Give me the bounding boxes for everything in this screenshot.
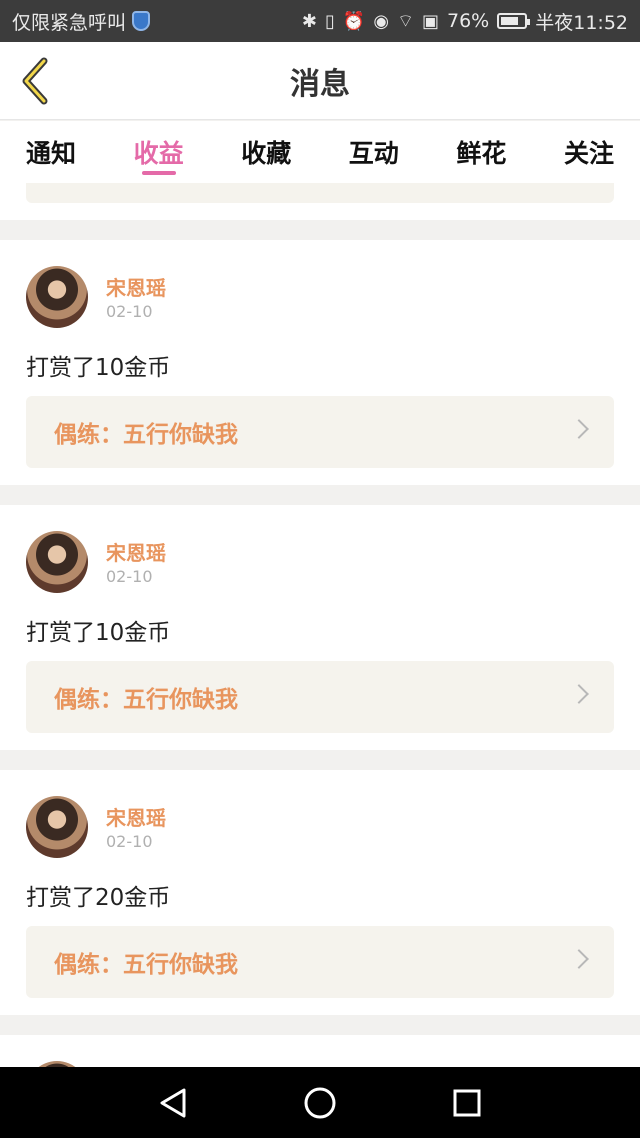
battery-percent: 76% [447,10,490,32]
list-item-partial [0,183,640,220]
user-name[interactable]: 宋恩瑶 [106,537,166,566]
divider [0,220,640,240]
tab-following[interactable]: 关注 [564,121,614,183]
nav-home-button[interactable] [290,1073,350,1133]
square-recents-icon [453,1089,481,1116]
chevron-right-icon [569,419,589,439]
chevron-left-icon [22,57,48,105]
work-link-label: 偶练：五行你缺我 [54,687,238,713]
battery-icon [497,13,531,29]
list-item-partial [0,1035,640,1067]
back-button[interactable] [14,56,58,106]
tab-label: 收益 [133,139,184,168]
message-text: 打赏了20金币 [26,885,171,911]
system-nav-bar [0,1067,640,1138]
work-link[interactable]: 偶练：五行你缺我 [26,396,614,468]
divider [0,750,640,770]
avatar[interactable] [26,796,88,858]
divider [0,1015,640,1035]
tab-bar: 通知 收益 收藏 互动 鲜花 关注 [0,121,640,183]
shield-icon [132,11,151,31]
chevron-right-icon [569,949,589,969]
message-text: 打赏了10金币 [26,620,171,646]
page-title: 消息 [290,67,350,102]
message-list: 宋恩瑶 02-10 打赏了10金币 偶练：五行你缺我 宋恩瑶 02-10 打赏了… [0,183,640,1067]
bluetooth-icon: ✱ [301,10,318,32]
alarm-icon: ⏰ [342,10,366,32]
circle-home-icon [304,1087,336,1118]
carrier-text: 仅限紧急呼叫 [12,11,127,34]
eye-icon: ◉ [373,10,390,32]
tab-label: 关注 [563,139,614,168]
triangle-back-icon [160,1088,186,1117]
status-left: 仅限紧急呼叫 [12,8,151,35]
avatar[interactable] [26,531,88,593]
chevron-right-icon [569,684,589,704]
list-item: 宋恩瑶 02-10 打赏了10金币 偶练：五行你缺我 [0,505,640,750]
divider [0,485,640,505]
user-name[interactable]: 宋恩瑶 [106,272,166,301]
work-link[interactable]: 偶练：五行你缺我 [26,926,614,998]
tab-notifications[interactable]: 通知 [26,121,76,183]
tab-label: 收藏 [241,139,292,168]
work-link-label: 偶练：五行你缺我 [54,952,238,978]
tab-flowers[interactable]: 鲜花 [456,121,506,183]
app-header: 消息 [0,42,640,120]
message-date: 02-10 [106,567,153,586]
message-date: 02-10 [106,302,153,321]
message-date: 02-10 [106,832,153,851]
link-box-partial[interactable] [26,183,614,203]
tab-label: 通知 [26,139,77,168]
sim-alert-icon: ▣ [421,10,439,32]
tab-favorites[interactable]: 收藏 [241,121,291,183]
message-text: 打赏了10金币 [26,355,171,381]
work-link-label: 偶练：五行你缺我 [54,422,238,448]
tab-interactions[interactable]: 互动 [349,121,399,183]
wifi-icon: ⌔ [397,10,414,32]
user-name[interactable]: 宋恩瑶 [106,802,166,831]
status-bar: 仅限紧急呼叫 ✱ ▯ ⏰ ◉ ⌔ ▣ 76% 半夜11:52 [0,0,640,42]
clock: 半夜11:52 [535,11,628,34]
tab-earnings[interactable]: 收益 [134,121,184,183]
list-item: 宋恩瑶 02-10 打赏了20金币 偶练：五行你缺我 [0,770,640,1015]
nav-recents-button[interactable] [437,1073,497,1133]
tab-label: 鲜花 [456,139,507,168]
status-right: ✱ ▯ ⏰ ◉ ⌔ ▣ 76% 半夜11:52 [302,8,628,35]
avatar[interactable] [26,266,88,328]
list-item: 宋恩瑶 02-10 打赏了10金币 偶练：五行你缺我 [0,240,640,485]
vibrate-icon: ▯ [325,10,335,32]
work-link[interactable]: 偶练：五行你缺我 [26,661,614,733]
tab-label: 互动 [348,139,399,168]
nav-back-button[interactable] [143,1073,203,1133]
